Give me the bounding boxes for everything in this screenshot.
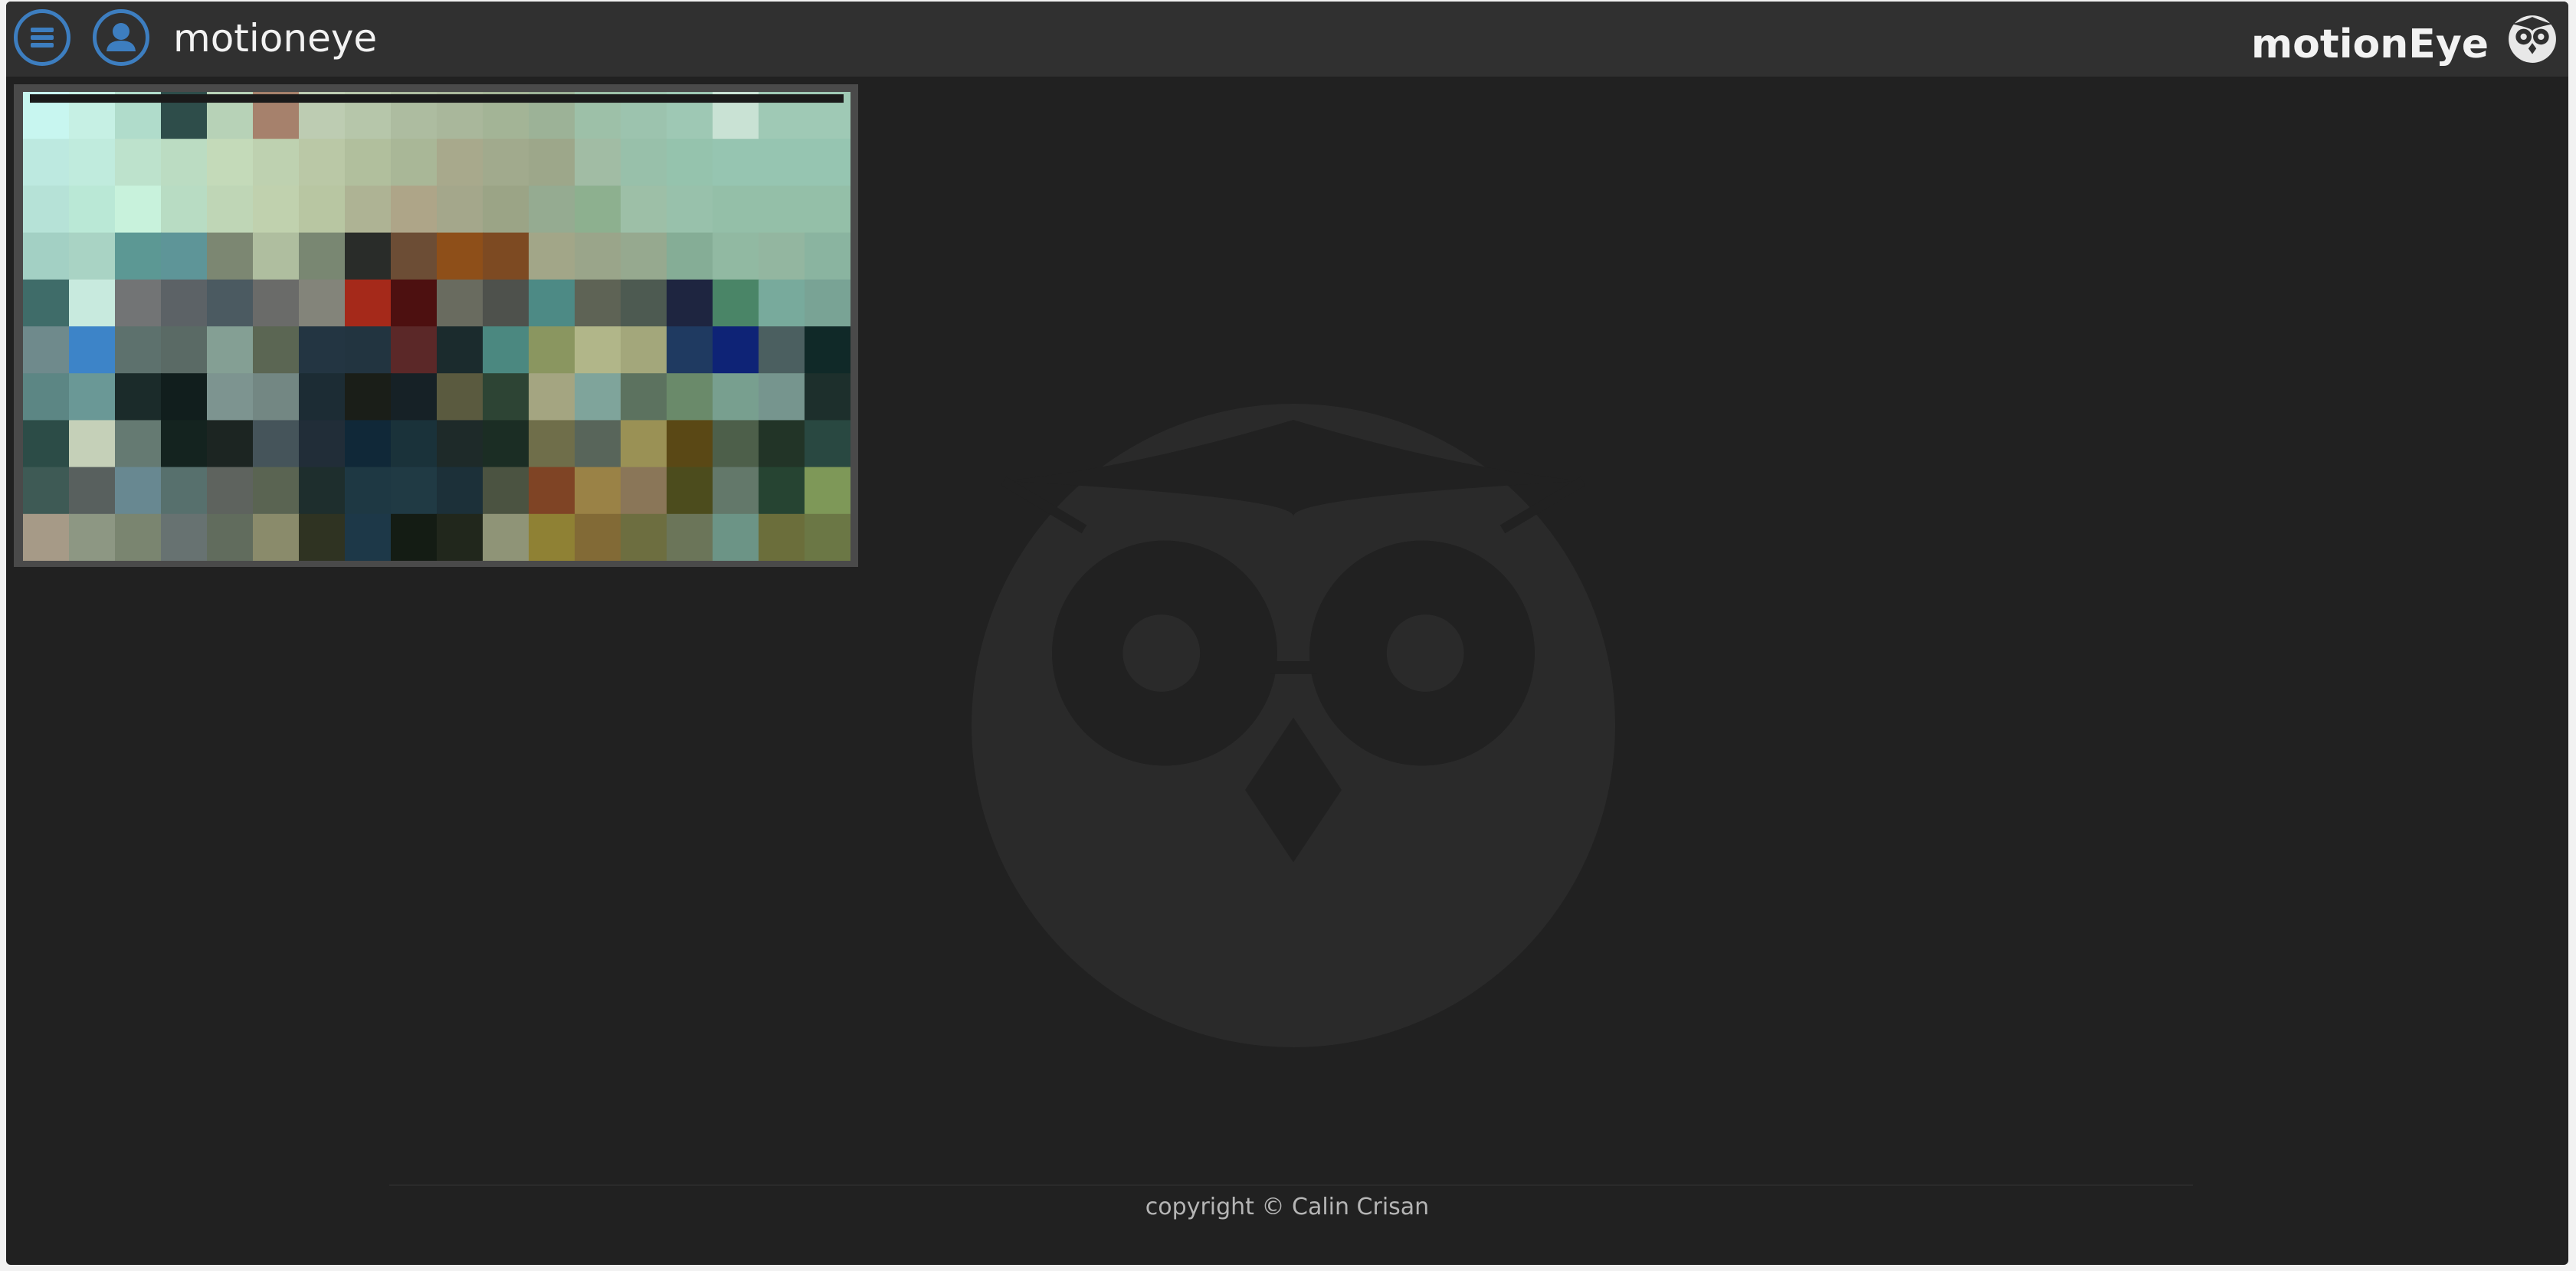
copyright-text: copyright © Calin Crisan [1145,1194,1430,1220]
camera-frame[interactable] [14,84,858,567]
user-button[interactable] [93,9,149,66]
username-label: motioneye [173,16,378,61]
top-bar: motioneye motionEye [6,2,2568,77]
user-icon [107,23,136,51]
owl-watermark-icon [972,404,1615,1047]
main-menu-button[interactable] [14,9,70,66]
camera-feed-image [23,92,850,561]
owl-logo-icon [2509,15,2556,63]
app-window: motioneye motionEye copyright © Calin Cr… [6,2,2568,1265]
footer-divider [389,1184,2193,1186]
hamburger-menu-icon [31,28,54,47]
brand-title: motionEye [2250,21,2489,67]
